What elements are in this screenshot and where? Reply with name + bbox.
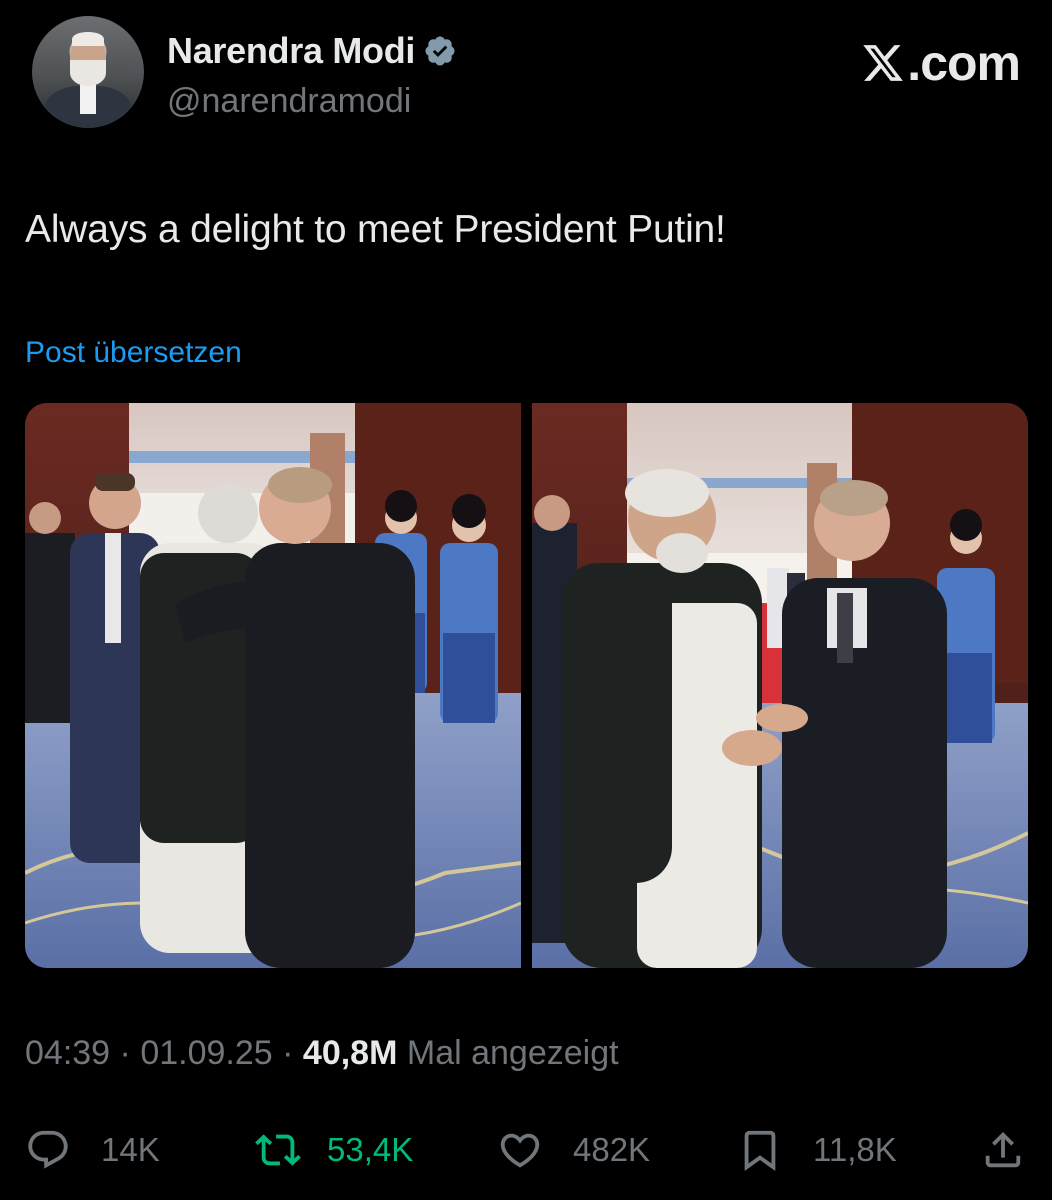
avatar[interactable]: [32, 16, 144, 128]
tweet-actions: 14K 53,4K 482K 11,8K: [25, 1122, 1028, 1178]
heart-icon: [500, 1133, 540, 1168]
x-brand: .com: [861, 34, 1021, 92]
view-count: 40,8M: [302, 1034, 398, 1072]
meta-separator: ·: [119, 1034, 131, 1072]
translate-post-link[interactable]: Post übersetzen: [25, 336, 242, 370]
share-button[interactable]: [980, 1122, 1026, 1178]
repost-icon: [255, 1134, 301, 1166]
tweet-meta: 04:39 · 01.09.25 · 40,8M Mal angezeigt: [25, 1034, 619, 1073]
verified-badge-icon: [425, 36, 455, 66]
repost-button[interactable]: 53,4K: [255, 1122, 413, 1178]
tweet-media[interactable]: [25, 403, 1028, 968]
like-button[interactable]: 482K: [497, 1122, 650, 1178]
x-logo-icon: [863, 45, 904, 81]
reply-button[interactable]: 14K: [25, 1122, 160, 1178]
like-count: 482K: [573, 1131, 651, 1168]
photo-1[interactable]: [25, 403, 521, 968]
reply-count: 14K: [101, 1131, 160, 1168]
share-icon: [985, 1131, 1021, 1168]
bookmark-icon: [744, 1130, 776, 1171]
tweet-header: Narendra Modi @narendramodi .com: [32, 16, 1021, 136]
view-count-label: Mal angezeigt: [406, 1034, 619, 1072]
reply-icon: [28, 1130, 68, 1169]
bookmark-button[interactable]: 11,8K: [737, 1122, 897, 1178]
photo-2[interactable]: [532, 403, 1028, 968]
author-name[interactable]: Narendra Modi: [167, 30, 415, 72]
author-handle[interactable]: @narendramodi: [167, 82, 411, 121]
repost-count: 53,4K: [327, 1131, 414, 1168]
photo-2-image: [532, 403, 1028, 968]
tweet-time[interactable]: 04:39: [25, 1034, 110, 1072]
bookmark-count: 11,8K: [813, 1131, 897, 1168]
author-name-row[interactable]: Narendra Modi: [167, 30, 457, 72]
tweet-date[interactable]: 01.09.25: [140, 1034, 272, 1072]
meta-separator: ·: [282, 1034, 294, 1072]
tweet-text: Always a delight to meet President Putin…: [25, 208, 726, 251]
x-brand-label: .com: [907, 35, 1021, 91]
photo-1-image: [25, 403, 521, 968]
